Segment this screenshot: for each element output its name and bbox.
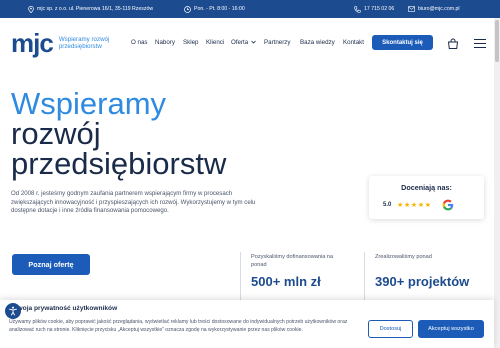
chevron-down-icon: [251, 40, 256, 44]
cookie-accept-all-button[interactable]: Akceptuj wszystko: [418, 320, 484, 338]
scrollbar-thumb[interactable]: [495, 20, 499, 62]
cookie-customize-button[interactable]: Dostosuj: [368, 320, 413, 338]
hero-description: Od 2008 r. jesteśmy godnym zaufania part…: [11, 190, 256, 215]
stat-funding: Pozyskaliśmy dofinansowania na ponad 500…: [240, 252, 350, 300]
email-text[interactable]: biuro@mjc.com.pl: [418, 6, 460, 12]
stat-caption: Pozyskaliśmy dofinansowania na ponad: [251, 254, 334, 268]
phone-text[interactable]: 17 715 02 06: [364, 6, 394, 12]
nav-item-klienci[interactable]: Klienci: [206, 39, 224, 46]
google-logo-icon[interactable]: [442, 198, 454, 211]
hero-title-line3: przedsiębiorstw: [11, 146, 227, 181]
contact-button[interactable]: Skontaktuj się: [372, 35, 433, 50]
stat-divider: [240, 252, 241, 300]
logo-mark: mjc: [11, 28, 54, 58]
logo-tagline: Wspieramy rozwój przedsiębiorstw: [58, 35, 110, 50]
offer-button[interactable]: Poznaj ofertę: [12, 254, 90, 275]
cookie-banner: Twoja prywatność użytkowników Używamy pl…: [0, 300, 494, 348]
hero-title-line2: rozwój: [11, 116, 101, 151]
phone-item[interactable]: 17 715 02 06: [354, 0, 394, 18]
nav-item-sklep[interactable]: Sklep: [183, 39, 198, 46]
rating-score: 5.0: [383, 202, 392, 208]
cart-icon[interactable]: [447, 37, 459, 49]
rating-stars: ★★★★★: [397, 200, 432, 209]
nav-item-kontakt[interactable]: Kontakt: [343, 39, 364, 46]
menu-icon[interactable]: [474, 39, 486, 48]
stat-value: 390+ projektów: [375, 274, 470, 289]
stat-value: 500+ mln zł: [251, 274, 321, 289]
phone-icon: [354, 5, 361, 13]
logo[interactable]: mjc Wspieramy rozwój przedsiębiorstw: [11, 28, 131, 58]
address-item: mjc sp. z o.o. ul. Pienerowa 16/1, 35-11…: [27, 0, 153, 18]
top-info-bar: mjc sp. z o.o. ul. Pienerowa 16/1, 35-11…: [0, 0, 500, 18]
cookie-text: Używamy plików cookie, aby poprawić jako…: [9, 319, 348, 333]
nav-item-partnerzy[interactable]: Partnerzy: [264, 39, 290, 46]
nav-item-oferta[interactable]: Oferta: [231, 39, 256, 46]
accessibility-icon[interactable]: [5, 303, 21, 319]
rating-label: Doceniają nas:: [401, 183, 452, 192]
nav-item-nabory[interactable]: Nabory: [155, 39, 175, 46]
stat-projects: Zrealizowaliśmy ponad 390+ projektów: [364, 252, 474, 300]
hours-text: Pon. - Pt. 8:00 - 16:00: [194, 6, 245, 12]
stat-divider: [364, 252, 365, 300]
hero-title-line1: Wspieramy: [11, 86, 167, 121]
page-scrollbar[interactable]: [494, 18, 500, 348]
hours-item: Pon. - Pt. 8:00 - 16:00: [184, 0, 245, 18]
stat-caption: Zrealizowaliśmy ponad: [375, 254, 432, 260]
mail-icon: [408, 6, 415, 13]
clock-icon: [184, 5, 191, 13]
nav-item-baza-wiedzy[interactable]: Baza wiedzy: [300, 39, 335, 46]
site-header: mjc Wspieramy rozwój przedsiębiorstw O n…: [0, 18, 500, 68]
nav-item-o-nas[interactable]: O nas: [131, 39, 148, 46]
rating-card: Doceniają nas: 5.0 ★★★★★: [369, 176, 484, 219]
cookie-title: Twoja prywatność użytkowników: [14, 305, 118, 312]
location-pin-icon: [27, 5, 34, 13]
email-item[interactable]: biuro@mjc.com.pl: [408, 0, 460, 18]
address-text: mjc sp. z o.o. ul. Pienerowa 16/1, 35-11…: [37, 6, 154, 12]
